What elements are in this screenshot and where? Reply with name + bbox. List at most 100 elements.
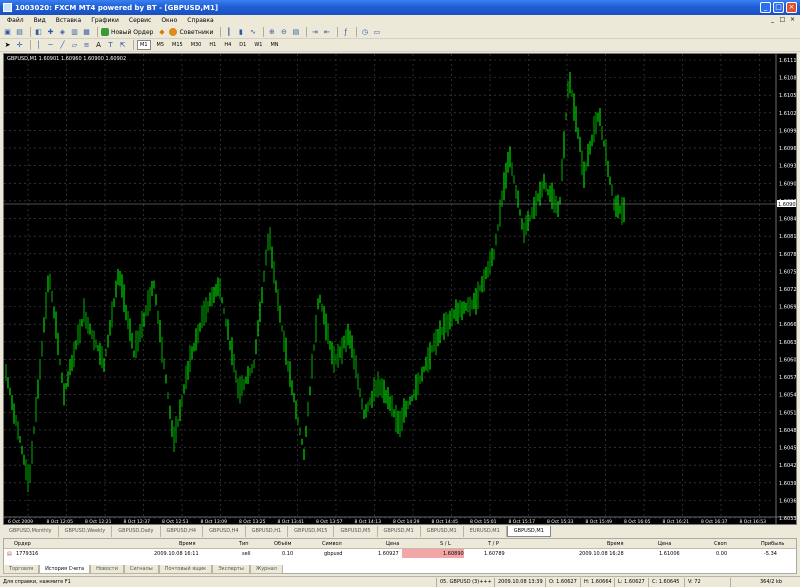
- col-close-price[interactable]: Цена: [658, 541, 671, 547]
- cursor-icon[interactable]: ➤: [3, 41, 12, 50]
- new-order-button[interactable]: Новый Ордер: [101, 28, 153, 36]
- periods-icon[interactable]: ◷: [360, 28, 369, 37]
- timeframe-m1[interactable]: M1: [137, 40, 151, 50]
- timeframe-m30[interactable]: M30: [189, 41, 204, 49]
- status-help: Для справки, нажмите F1: [3, 579, 71, 585]
- chart-tab[interactable]: GBPUSD,M1: [378, 526, 421, 537]
- experts-button[interactable]: Советники: [169, 28, 213, 36]
- tab-mailbox[interactable]: Почтовый ящик: [158, 565, 213, 574]
- col-tp[interactable]: T / P: [488, 541, 499, 547]
- navigator-icon[interactable]: ◈: [58, 28, 67, 37]
- menu-insert[interactable]: Вставка: [51, 17, 86, 24]
- chart-tab[interactable]: GBPUSD,H1: [246, 526, 289, 537]
- chart-tab[interactable]: GBPUSD,M15: [288, 526, 335, 537]
- chart-tab-active[interactable]: GBPUSD,M1: [506, 526, 551, 537]
- tab-account-history[interactable]: История Счета: [39, 565, 91, 574]
- chart-tab[interactable]: GBPUSD,Daily: [112, 526, 161, 537]
- tab-journal[interactable]: Журнал: [249, 565, 283, 574]
- autoscroll-icon[interactable]: ⇥: [310, 28, 319, 37]
- zoom-in-icon[interactable]: ⊕: [267, 28, 276, 37]
- chart-tab[interactable]: EURUSD,M1: [464, 526, 507, 537]
- col-price[interactable]: Цена: [386, 541, 399, 547]
- timeframe-h1[interactable]: H1: [207, 41, 218, 49]
- text-label-icon[interactable]: T: [106, 41, 115, 50]
- menu-charts[interactable]: Графики: [86, 17, 124, 24]
- new-chart-icon[interactable]: ▣: [3, 28, 12, 37]
- menu-view[interactable]: Вид: [29, 17, 51, 24]
- templates-icon[interactable]: ▭: [372, 28, 381, 37]
- bar-chart-icon[interactable]: ┃: [224, 28, 233, 37]
- chart-tab[interactable]: GBPUSD,H4: [161, 526, 204, 537]
- indicators-icon[interactable]: ƒ: [341, 28, 350, 37]
- mdi-restore-button[interactable]: □: [778, 16, 787, 24]
- col-symbol[interactable]: Символ: [322, 541, 342, 547]
- mdi-close-button[interactable]: ×: [788, 16, 797, 24]
- crosshair-icon[interactable]: ✛: [15, 41, 24, 50]
- price-tick-label: 1.60515: [779, 410, 796, 416]
- timeframe-d1[interactable]: D1: [237, 41, 248, 49]
- metaeditor-icon[interactable]: ◆: [157, 28, 166, 37]
- chart-tab[interactable]: GBPUSD,M5: [334, 526, 378, 537]
- col-sl[interactable]: S / L: [440, 541, 451, 547]
- col-time[interactable]: Время: [179, 541, 195, 547]
- timeframe-h4[interactable]: H4: [222, 41, 233, 49]
- text-icon[interactable]: A: [94, 41, 103, 50]
- profiles-icon[interactable]: ▤: [15, 28, 24, 37]
- menu-tools[interactable]: Сервис: [124, 17, 156, 24]
- menu-file[interactable]: Файл: [2, 17, 29, 24]
- time-tick-label: 8 Oct 13:57: [316, 519, 343, 524]
- horizontal-line-icon[interactable]: ─: [46, 41, 55, 50]
- timeframe-w1[interactable]: W1: [252, 41, 264, 49]
- tab-experts[interactable]: Эксперты: [212, 565, 250, 574]
- terminal-header: Ордер Время Тип Объём Символ Цена S / L …: [4, 539, 796, 549]
- time-tick-label: 8 Oct 15:49: [586, 519, 613, 524]
- vertical-line-icon[interactable]: │: [34, 41, 43, 50]
- strategy-tester-icon[interactable]: ▦: [82, 28, 91, 37]
- fibonacci-icon[interactable]: ≡: [82, 41, 91, 50]
- time-tick-label: 8 Oct 16:37: [701, 519, 728, 524]
- col-close-time[interactable]: Время: [607, 541, 623, 547]
- col-swap[interactable]: Своп: [714, 541, 727, 547]
- standard-toolbar: ▣ ▤ ◧ ✚ ◈ ▥ ▦ Новый Ордер ◆ Советники ┃ …: [0, 26, 800, 39]
- col-type[interactable]: Тип: [239, 541, 249, 547]
- menu-window[interactable]: Окно: [156, 17, 182, 24]
- timeframe-mn[interactable]: MN: [268, 41, 280, 49]
- channel-icon[interactable]: ▱: [70, 41, 79, 50]
- col-volume[interactable]: Объём: [274, 541, 291, 547]
- arrows-icon[interactable]: ⇱: [118, 41, 127, 50]
- menu-help[interactable]: Справка: [182, 17, 218, 24]
- new-order-label: Новый Ордер: [111, 28, 154, 36]
- tab-news[interactable]: Новости: [90, 565, 124, 574]
- terminal-icon[interactable]: ▥: [70, 28, 79, 37]
- chart-tab[interactable]: GBPUSD,Monthly: [3, 526, 59, 537]
- zoom-out-icon[interactable]: ⊖: [279, 28, 288, 37]
- drawing-toolbar: ➤ ✛ │ ─ ╱ ▱ ≡ A T ⇱ M1 M5 M15 M30 H1 H4 …: [0, 39, 800, 52]
- price-tick-label: 1.60575: [779, 375, 796, 381]
- chart-tab[interactable]: GBPUSD,Weekly: [59, 526, 113, 537]
- chart-tab[interactable]: GBPUSD,M1: [421, 526, 464, 537]
- data-window-icon[interactable]: ✚: [46, 28, 55, 37]
- tab-trade[interactable]: Торговля: [3, 565, 40, 574]
- trendline-icon[interactable]: ╱: [58, 41, 67, 50]
- col-profit[interactable]: Прибыль: [761, 541, 784, 547]
- price-chart[interactable]: 1.61115 1.61085 1.61055 1.61025 1.60995 1.609…: [3, 53, 797, 525]
- tile-windows-icon[interactable]: ▤: [291, 28, 300, 37]
- timeframe-m15[interactable]: M15: [170, 41, 185, 49]
- table-row[interactable]: ▤ 1779316 2009.10.08 16:11 sell 0.10 gbp…: [4, 549, 796, 558]
- mdi-minimize-button[interactable]: _: [768, 16, 777, 24]
- close-button[interactable]: ×: [786, 2, 797, 13]
- tab-signals[interactable]: Сигналы: [123, 565, 159, 574]
- window-title: 1003020: FXCM MT4 powered by BT - [GBPUS…: [15, 3, 219, 12]
- chart-tab[interactable]: GBPUSD,H4: [203, 526, 246, 537]
- col-order[interactable]: Ордер: [14, 541, 31, 547]
- cell-sl: 1.60890: [443, 550, 464, 557]
- chart-shift-icon[interactable]: ⇤: [322, 28, 331, 37]
- market-watch-icon[interactable]: ◧: [34, 28, 43, 37]
- timeframe-m5[interactable]: M5: [155, 41, 167, 49]
- chart-canvas[interactable]: 1.61115 1.61085 1.61055 1.61025 1.60995 1.609…: [4, 54, 796, 524]
- minimize-button[interactable]: _: [760, 2, 771, 13]
- candlestick-icon[interactable]: ▮: [236, 28, 245, 37]
- line-chart-icon[interactable]: ∿: [248, 28, 257, 37]
- menu-bar: Файл Вид Вставка Графики Сервис Окно Спр…: [0, 15, 800, 26]
- maximize-button[interactable]: □: [773, 2, 784, 13]
